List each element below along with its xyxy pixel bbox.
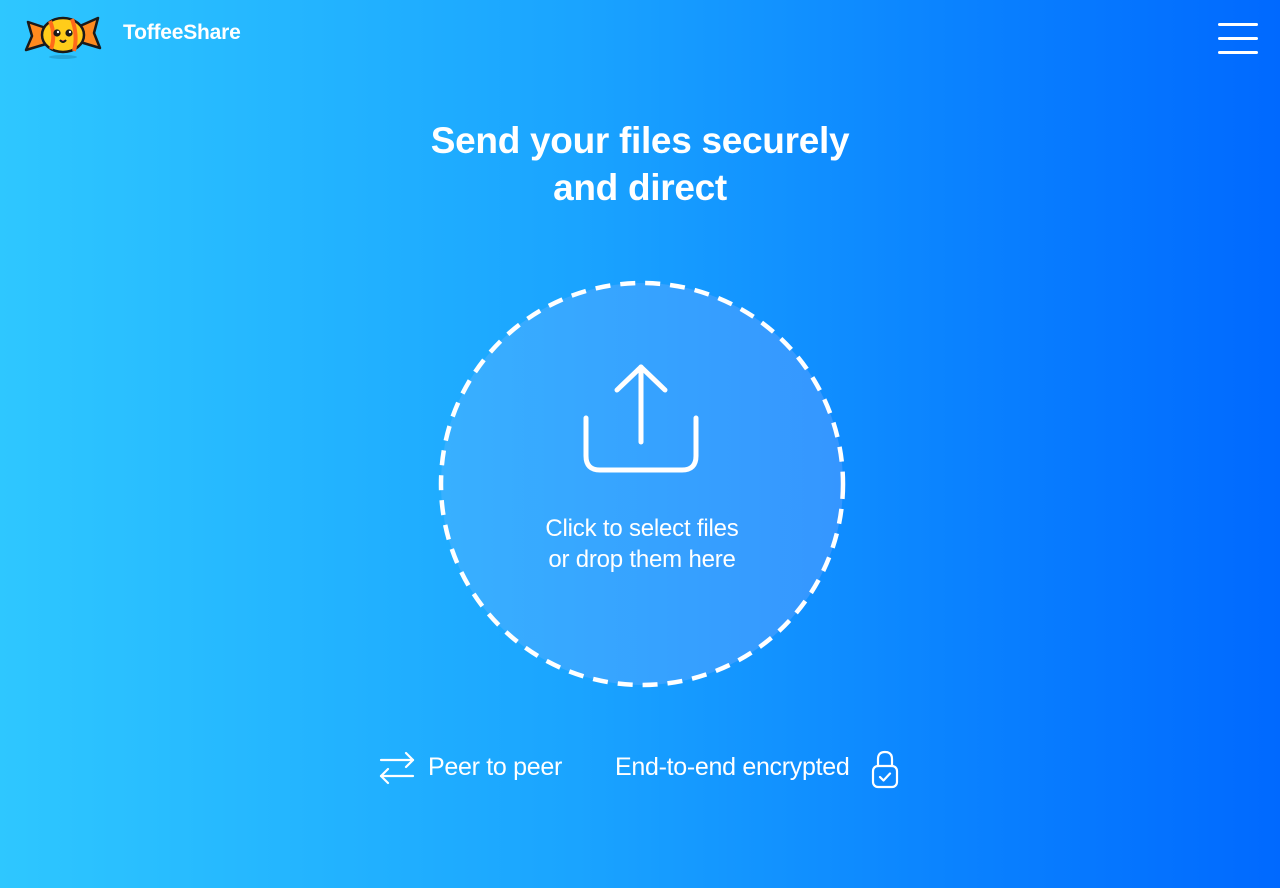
dropzone-dashed-ring <box>438 280 846 688</box>
upload-icon <box>583 364 699 473</box>
candy-mascot-icon[interactable] <box>22 8 104 60</box>
file-dropzone[interactable]: Click to select files or drop them here <box>438 280 846 688</box>
hamburger-menu-icon[interactable] <box>1214 20 1260 58</box>
feature-end-to-end-encrypted: End-to-end encrypted <box>615 753 850 781</box>
page-title-line-2: and direct <box>553 167 727 208</box>
swap-arrows-icon <box>379 751 415 785</box>
top-bar: ToffeeShare <box>0 0 1280 70</box>
features-row: Peer to peer End-to-end encrypted <box>0 745 1280 791</box>
brand-name[interactable]: ToffeeShare <box>123 21 241 45</box>
dropzone-instructions: Click to select files or drop them here <box>545 515 739 573</box>
lock-check-icon <box>871 750 899 789</box>
feature-peer-to-peer: Peer to peer <box>428 753 562 781</box>
page-title-line-1: Send your files securely <box>430 120 850 161</box>
page-title: Send your files securely and direct <box>340 117 940 211</box>
